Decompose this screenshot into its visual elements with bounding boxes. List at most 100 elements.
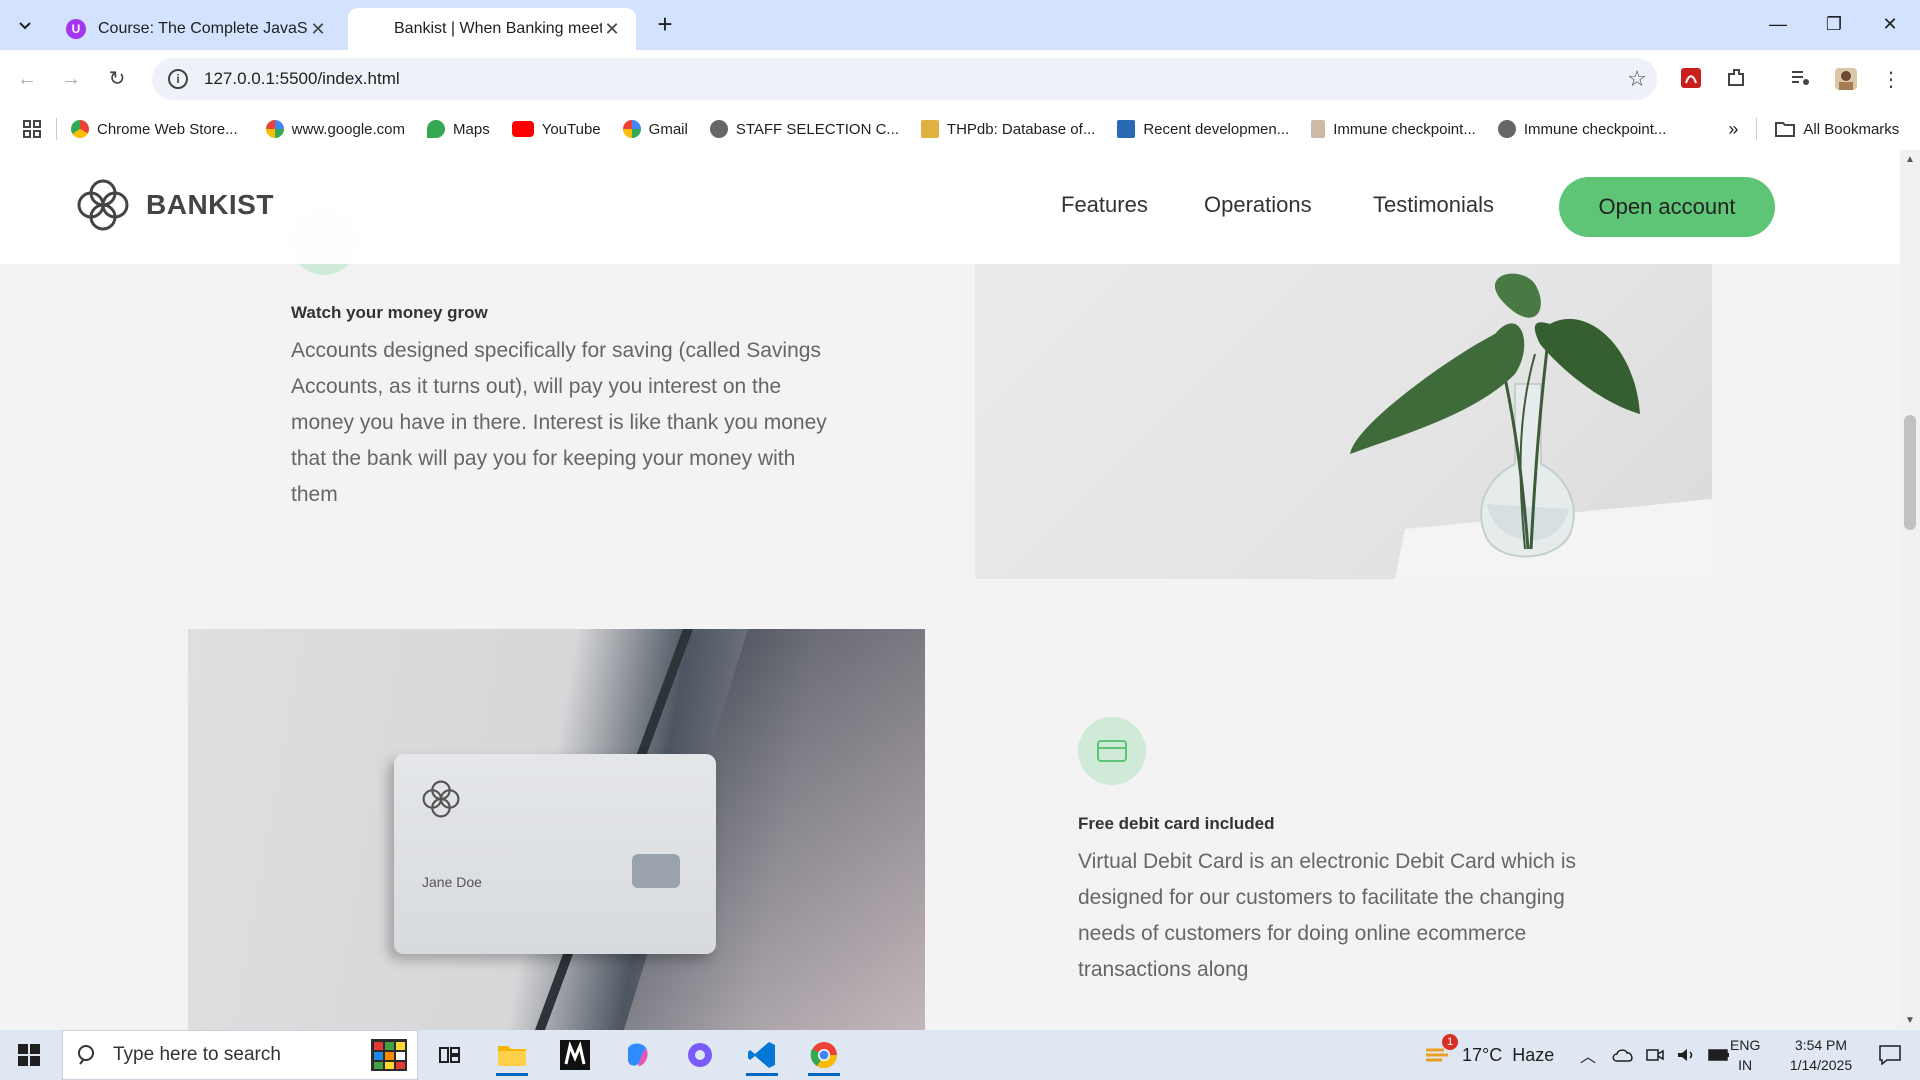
bookmark-item[interactable]: Immune checkpoint... <box>1497 120 1667 138</box>
bookmark-label: Gmail <box>648 120 688 138</box>
meet-icon[interactable] <box>1646 1046 1664 1064</box>
tab-course[interactable]: U Course: The Complete JavaScrip ✕ <box>52 8 342 50</box>
logo-text: BANKIST <box>146 189 274 220</box>
minimize-button[interactable]: — <box>1750 8 1806 40</box>
tab-search-button[interactable] <box>8 10 42 40</box>
back-button[interactable]: ← <box>12 64 42 94</box>
bookmark-item[interactable]: THPdb: Database of... <box>920 120 1096 138</box>
nav-link-testimonials[interactable]: Testimonials <box>1373 192 1494 218</box>
language-indicator[interactable]: ENG IN <box>1730 1030 1760 1080</box>
bookmark-label: www.google.com <box>291 120 406 138</box>
bookmark-label: Immune checkpoint... <box>1523 120 1667 138</box>
pdf-extension-icon[interactable] <box>1677 66 1705 94</box>
haze-weather-icon: 1 <box>1424 1034 1458 1068</box>
search-placeholder: Type here to search <box>113 1044 281 1065</box>
media-control-icon[interactable] <box>1786 66 1814 94</box>
globe-icon <box>1497 120 1516 138</box>
microsoft-365-icon[interactable] <box>676 1034 724 1076</box>
youtube-icon <box>511 121 534 137</box>
new-tab-button[interactable]: + <box>650 10 680 40</box>
close-icon[interactable]: ✕ <box>308 19 328 40</box>
vscode-icon[interactable] <box>738 1034 786 1076</box>
plant-vase-illustration <box>1350 273 1712 579</box>
folder-icon <box>1775 122 1796 137</box>
feature-title: Watch your money grow <box>291 303 488 322</box>
browser-toolbar: ← → ↻ i 127.0.0.1:5500/index.html ☆ ⋮ <box>0 50 1920 108</box>
article-icon <box>1311 120 1326 138</box>
task-view-icon[interactable] <box>426 1034 474 1076</box>
bookmark-label: Immune checkpoint... <box>1333 120 1476 138</box>
bookmark-item[interactable]: Chrome Web Store... <box>71 120 238 138</box>
nav-link-features[interactable]: Features <box>1061 192 1148 218</box>
windows-logo-icon <box>18 1044 40 1066</box>
forward-button[interactable]: → <box>56 64 86 94</box>
card-holder-name: Jane Doe <box>422 874 482 890</box>
close-window-button[interactable]: ✕ <box>1862 8 1918 40</box>
profile-avatar[interactable] <box>1832 66 1860 94</box>
bookmark-item[interactable]: Recent developmen... <box>1117 120 1289 138</box>
thpdb-icon <box>920 120 939 138</box>
copilot-icon[interactable] <box>613 1034 661 1076</box>
site-logo[interactable]: BANKIST <box>74 176 274 234</box>
close-icon[interactable]: ✕ <box>602 19 622 40</box>
all-bookmarks-label: All Bookmarks <box>1803 120 1900 138</box>
file-explorer-icon[interactable] <box>488 1034 536 1076</box>
bookmark-label: Maps <box>453 120 490 138</box>
weather-widget[interactable]: 1 17°C Haze <box>1424 1030 1554 1080</box>
card-feature-icon <box>1078 717 1146 785</box>
page-viewport: BANKIST Features Operations Testimonials… <box>0 150 1900 1030</box>
bookmark-item[interactable]: STAFF SELECTION C... <box>709 120 899 138</box>
bookmark-item[interactable]: Immune checkpoint... <box>1311 120 1476 138</box>
credit-card-icon <box>1097 740 1127 762</box>
system-tray-icons: ︿ <box>1580 1030 1746 1080</box>
extensions-icon[interactable] <box>1722 66 1750 94</box>
site-info-icon[interactable]: i <box>168 69 188 89</box>
start-button[interactable] <box>0 1030 58 1080</box>
bookmark-item[interactable]: Maps <box>427 120 490 138</box>
page-scrollbar[interactable]: ▲ ▼ <box>1900 150 1920 1030</box>
chevron-up-icon[interactable]: ︿ <box>1580 1043 1596 1067</box>
bookmark-item[interactable]: www.google.com <box>265 120 406 138</box>
app-m-icon[interactable] <box>551 1034 599 1076</box>
tab-bankist[interactable]: Bankist | When Banking meets ✕ <box>348 8 636 50</box>
address-bar[interactable]: i 127.0.0.1:5500/index.html ☆ <box>152 58 1657 100</box>
more-bookmarks-icon[interactable]: » <box>1728 119 1738 140</box>
taskbar-search[interactable]: Type here to search <box>62 1030 418 1080</box>
udemy-icon: U <box>66 19 86 39</box>
chevron-down-icon <box>19 22 31 30</box>
maps-icon <box>427 120 446 138</box>
feature-title: Free debit card included <box>1078 814 1275 833</box>
scroll-up-arrow-icon[interactable]: ▲ <box>1905 154 1915 165</box>
battery-icon[interactable] <box>1708 1048 1730 1062</box>
search-icon <box>78 1045 94 1065</box>
bookmark-item[interactable]: Gmail <box>622 120 688 138</box>
weather-text: 17°C Haze <box>1462 1044 1555 1065</box>
menu-kebab-icon[interactable]: ⋮ <box>1877 66 1905 94</box>
notifications-icon[interactable] <box>1866 1030 1914 1080</box>
restore-button[interactable]: ❐ <box>1806 8 1862 40</box>
bookmark-star-icon[interactable]: ☆ <box>1617 66 1657 92</box>
all-bookmarks[interactable]: All Bookmarks <box>1775 120 1899 138</box>
bookmark-label: Chrome Web Store... <box>97 120 238 138</box>
bookmark-item[interactable]: YouTube <box>511 121 601 138</box>
apps-grid-icon[interactable] <box>22 119 42 139</box>
reload-button[interactable]: ↻ <box>102 64 132 94</box>
nav-link-operations[interactable]: Operations <box>1204 192 1312 218</box>
feature-debit-card: Free debit card included Virtual Debit C… <box>1078 814 1618 988</box>
feature-description: Accounts designed specifically for savin… <box>291 339 827 506</box>
site-header: BANKIST Features Operations Testimonials… <box>0 150 1900 264</box>
speaker-icon[interactable] <box>1676 1046 1696 1064</box>
region-code: IN <box>1738 1057 1753 1073</box>
page-icon <box>362 19 382 39</box>
cloud-icon[interactable] <box>1612 1047 1634 1063</box>
bookmarks-bar: Chrome Web Store... www.google.com Maps … <box>0 108 1920 150</box>
bookmark-label: Recent developmen... <box>1143 120 1290 138</box>
scrollbar-thumb[interactable] <box>1904 415 1916 530</box>
tab-title: Course: The Complete JavaScrip <box>98 20 308 37</box>
bookmark-label: THPdb: Database of... <box>946 120 1096 138</box>
clock[interactable]: 3:54 PM 1/14/2025 <box>1776 1030 1866 1080</box>
url-text[interactable]: 127.0.0.1:5500/index.html <box>204 69 1617 89</box>
chrome-icon[interactable] <box>800 1034 848 1076</box>
scroll-down-arrow-icon[interactable]: ▼ <box>1905 1015 1915 1026</box>
open-account-button[interactable]: Open account <box>1559 177 1775 237</box>
